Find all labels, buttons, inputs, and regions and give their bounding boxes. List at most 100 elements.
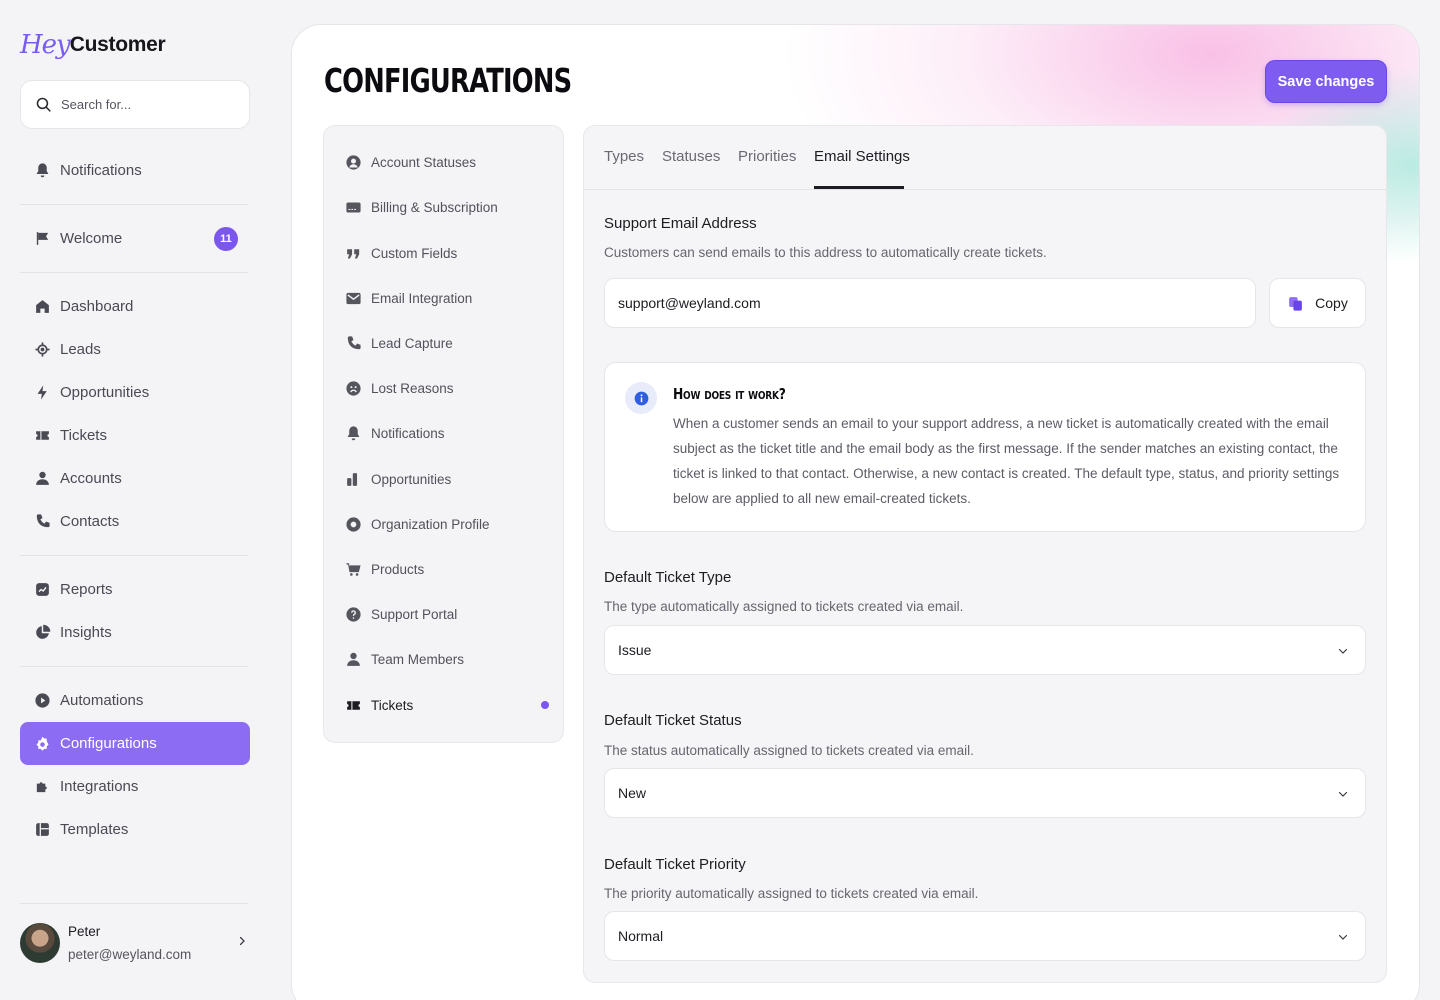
tab-statuses[interactable]: Statuses bbox=[662, 148, 720, 165]
settings-menu: Account Statuses Billing & Subscription … bbox=[323, 125, 564, 743]
template-icon bbox=[33, 821, 51, 839]
sidebar-item-label: Dashboard bbox=[60, 298, 134, 315]
sidebar-item-dashboard[interactable]: Dashboard bbox=[20, 285, 250, 328]
search-input[interactable]: Search for... bbox=[20, 80, 250, 129]
tab-priorities[interactable]: Priorities bbox=[738, 148, 796, 165]
settings-item-lost-reasons[interactable]: Lost Reasons bbox=[344, 373, 549, 403]
user-circle-icon bbox=[344, 153, 362, 171]
flag-icon bbox=[33, 230, 51, 248]
sidebar-item-label: Integrations bbox=[60, 778, 139, 795]
sidebar-item-contacts[interactable]: Contacts bbox=[20, 500, 250, 543]
settings-item-lead-capture[interactable]: Lead Capture bbox=[344, 328, 549, 358]
sidebar-item-notifications[interactable]: Notifications bbox=[20, 149, 250, 192]
settings-item-team-members[interactable]: Team Members bbox=[344, 644, 549, 674]
support-email-title: Support Email Address bbox=[604, 215, 757, 232]
bolt-icon bbox=[33, 384, 51, 402]
default-type-title: Default Ticket Type bbox=[604, 569, 732, 586]
sidebar-item-welcome[interactable]: Welcome 11 bbox=[20, 217, 250, 260]
sidebar-item-automations[interactable]: Automations bbox=[20, 679, 250, 722]
default-status-description: The status automatically assigned to tic… bbox=[604, 743, 974, 758]
envelope-icon bbox=[344, 289, 362, 307]
settings-item-label: Opportunities bbox=[371, 471, 452, 487]
settings-item-organization-profile[interactable]: Organization Profile bbox=[344, 509, 549, 539]
default-type-value: Issue bbox=[618, 642, 652, 658]
save-button[interactable]: Save changes bbox=[1265, 60, 1387, 103]
settings-item-email-integration[interactable]: Email Integration bbox=[344, 283, 549, 313]
tab-email-settings[interactable]: Email Settings bbox=[814, 148, 910, 165]
settings-item-label: Lead Capture bbox=[371, 335, 453, 351]
tab-bar: Types Statuses Priorities Email Settings bbox=[584, 126, 1386, 190]
sidebar-item-templates[interactable]: Templates bbox=[20, 808, 250, 851]
user-icon bbox=[33, 470, 51, 488]
user-email: peter@weyland.com bbox=[68, 947, 192, 962]
credit-card-icon bbox=[344, 198, 362, 216]
gear-icon bbox=[33, 735, 51, 753]
sidebar-item-insights[interactable]: Insights bbox=[20, 611, 250, 654]
support-email-field[interactable]: support@weyland.com bbox=[604, 278, 1256, 328]
logo-hey: Hey bbox=[20, 30, 71, 60]
copy-icon bbox=[1289, 296, 1303, 311]
chevron-right-icon bbox=[239, 936, 245, 946]
sidebar-item-label: Contacts bbox=[60, 513, 120, 530]
brand-logo[interactable]: Hey Customer bbox=[20, 28, 166, 62]
bell-icon bbox=[33, 162, 51, 180]
divider bbox=[20, 204, 248, 205]
chevron-down-icon bbox=[1338, 934, 1348, 940]
puzzle-icon bbox=[33, 778, 51, 796]
sidebar-item-label: Reports bbox=[60, 581, 113, 598]
settings-item-opportunities[interactable]: Opportunities bbox=[344, 464, 549, 494]
user-profile[interactable]: Peter peter@weyland.com bbox=[20, 918, 252, 968]
settings-item-label: Tickets bbox=[371, 697, 414, 713]
sidebar-item-configurations[interactable]: Configurations bbox=[20, 722, 250, 765]
sidebar-item-label: Opportunities bbox=[60, 384, 150, 401]
sidebar-item-integrations[interactable]: Integrations bbox=[20, 765, 250, 808]
settings-item-products[interactable]: Products bbox=[344, 554, 549, 584]
settings-item-custom-fields[interactable]: Custom Fields bbox=[344, 238, 549, 268]
default-status-select[interactable]: New bbox=[604, 768, 1366, 818]
user-name: Peter bbox=[68, 924, 101, 939]
sidebar: Hey Customer Search for... Notifications … bbox=[0, 0, 270, 1000]
info-icon bbox=[625, 382, 657, 414]
settings-item-label: Account Statuses bbox=[371, 154, 477, 170]
settings-item-notifications[interactable]: Notifications bbox=[344, 418, 549, 448]
default-type-description: The type automatically assigned to ticke… bbox=[604, 599, 964, 614]
page-title: CONFIGURATIONS bbox=[324, 61, 572, 100]
sidebar-item-label: Tickets bbox=[60, 427, 107, 444]
default-type-select[interactable]: Issue bbox=[604, 625, 1366, 675]
search-icon bbox=[36, 97, 51, 112]
sidebar-item-accounts[interactable]: Accounts bbox=[20, 457, 250, 500]
tab-types[interactable]: Types bbox=[604, 148, 644, 165]
settings-item-billing[interactable]: Billing & Subscription bbox=[344, 192, 549, 222]
divider bbox=[20, 272, 248, 273]
sidebar-item-label: Insights bbox=[60, 624, 112, 641]
gear-icon bbox=[344, 515, 362, 533]
default-status-title: Default Ticket Status bbox=[604, 712, 742, 729]
settings-item-account-statuses[interactable]: Account Statuses bbox=[344, 147, 549, 177]
quote-icon bbox=[344, 244, 362, 262]
support-email-value: support@weyland.com bbox=[618, 295, 761, 311]
logo-customer: Customer bbox=[69, 33, 166, 56]
settings-item-label: Billing & Subscription bbox=[371, 199, 498, 215]
welcome-count-badge: 11 bbox=[214, 227, 238, 251]
bell-icon bbox=[344, 424, 362, 442]
support-email-description: Customers can send emails to this addres… bbox=[604, 245, 1047, 260]
settings-item-label: Organization Profile bbox=[371, 516, 490, 532]
settings-item-label: Team Members bbox=[371, 651, 465, 667]
default-priority-title: Default Ticket Priority bbox=[604, 856, 746, 873]
sidebar-item-opportunities[interactable]: Opportunities bbox=[20, 371, 250, 414]
sidebar-item-leads[interactable]: Leads bbox=[20, 328, 250, 371]
default-priority-select[interactable]: Normal bbox=[604, 911, 1366, 961]
sidebar-item-tickets[interactable]: Tickets bbox=[20, 414, 250, 457]
info-body: When a customer sends an email to your s… bbox=[673, 416, 1340, 506]
search-placeholder: Search for... bbox=[61, 97, 132, 112]
cart-icon bbox=[344, 560, 362, 578]
help-circle-icon bbox=[344, 605, 362, 623]
sidebar-item-reports[interactable]: Reports bbox=[20, 568, 250, 611]
settings-item-tickets[interactable]: Tickets bbox=[344, 690, 549, 720]
email-settings-panel: Types Statuses Priorities Email Settings… bbox=[583, 125, 1387, 983]
pie-chart-icon bbox=[33, 624, 51, 642]
phone-icon bbox=[33, 513, 51, 531]
copy-button[interactable]: Copy bbox=[1269, 278, 1366, 328]
settings-item-support-portal[interactable]: Support Portal bbox=[344, 599, 549, 629]
chart-box-icon bbox=[33, 581, 51, 599]
